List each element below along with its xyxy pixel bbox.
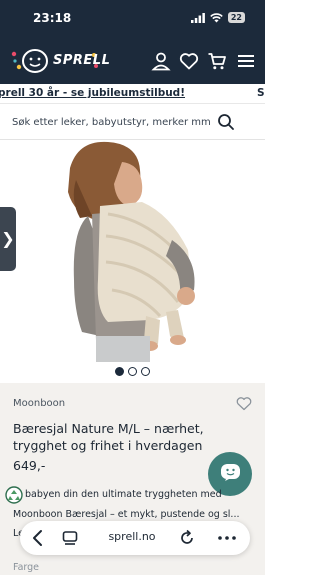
promo-banner[interactable]: prell 30 år - se jubileumstilbud! S bbox=[0, 84, 265, 104]
status-time: 23:18 bbox=[33, 11, 72, 25]
sprell-logo[interactable]: SPRELL bbox=[10, 47, 110, 75]
battery-icon: 22 bbox=[227, 12, 245, 23]
carousel-dot-3[interactable] bbox=[141, 367, 150, 376]
status-bar: 23:18 22 bbox=[0, 0, 265, 38]
chat-face-icon bbox=[221, 464, 240, 481]
browser-nav-bar: sprell.no bbox=[20, 521, 250, 555]
carousel-prev-button[interactable]: ❯ bbox=[0, 207, 16, 271]
product-price: 649,- bbox=[13, 458, 46, 473]
site-header: SPRELL bbox=[0, 38, 265, 84]
search-icon[interactable] bbox=[217, 113, 235, 131]
menu-icon[interactable] bbox=[236, 51, 256, 71]
search-input[interactable] bbox=[12, 112, 212, 132]
search-bar bbox=[0, 104, 265, 140]
url-field[interactable]: sprell.no bbox=[82, 530, 182, 543]
wishlist-heart-icon[interactable] bbox=[236, 396, 252, 411]
user-icon[interactable] bbox=[151, 51, 171, 71]
signal-icon bbox=[190, 12, 205, 23]
carousel-dot-2[interactable] bbox=[128, 367, 137, 376]
carousel-dot-1[interactable] bbox=[115, 367, 124, 376]
product-brand[interactable]: Moonboon bbox=[13, 398, 65, 409]
reload-icon[interactable] bbox=[178, 529, 196, 547]
promo-text-next: S bbox=[257, 87, 265, 99]
back-icon[interactable] bbox=[28, 528, 48, 548]
product-photo bbox=[0, 140, 265, 362]
tabs-icon[interactable] bbox=[62, 530, 78, 546]
product-usp: babyen din den ultimate tryggheten med bbox=[25, 489, 222, 500]
recycle-badge-icon bbox=[5, 486, 23, 504]
promo-text[interactable]: prell 30 år - se jubileumstilbud! bbox=[0, 87, 185, 99]
wifi-icon bbox=[210, 12, 223, 22]
product-title: Bæresjal Nature M/L – nærhet, trygghet o… bbox=[13, 421, 204, 453]
status-icons: 22 bbox=[190, 12, 245, 23]
cart-icon[interactable] bbox=[207, 51, 227, 71]
product-description: Moonboon Bæresjal – et mykt, pustende og… bbox=[13, 509, 240, 520]
more-icon[interactable] bbox=[216, 529, 238, 547]
logo-text: SPRELL bbox=[53, 53, 111, 68]
color-label: Farge bbox=[13, 562, 40, 573]
heart-icon[interactable] bbox=[179, 51, 199, 71]
carousel-dots bbox=[0, 367, 265, 377]
product-image[interactable] bbox=[0, 140, 265, 362]
